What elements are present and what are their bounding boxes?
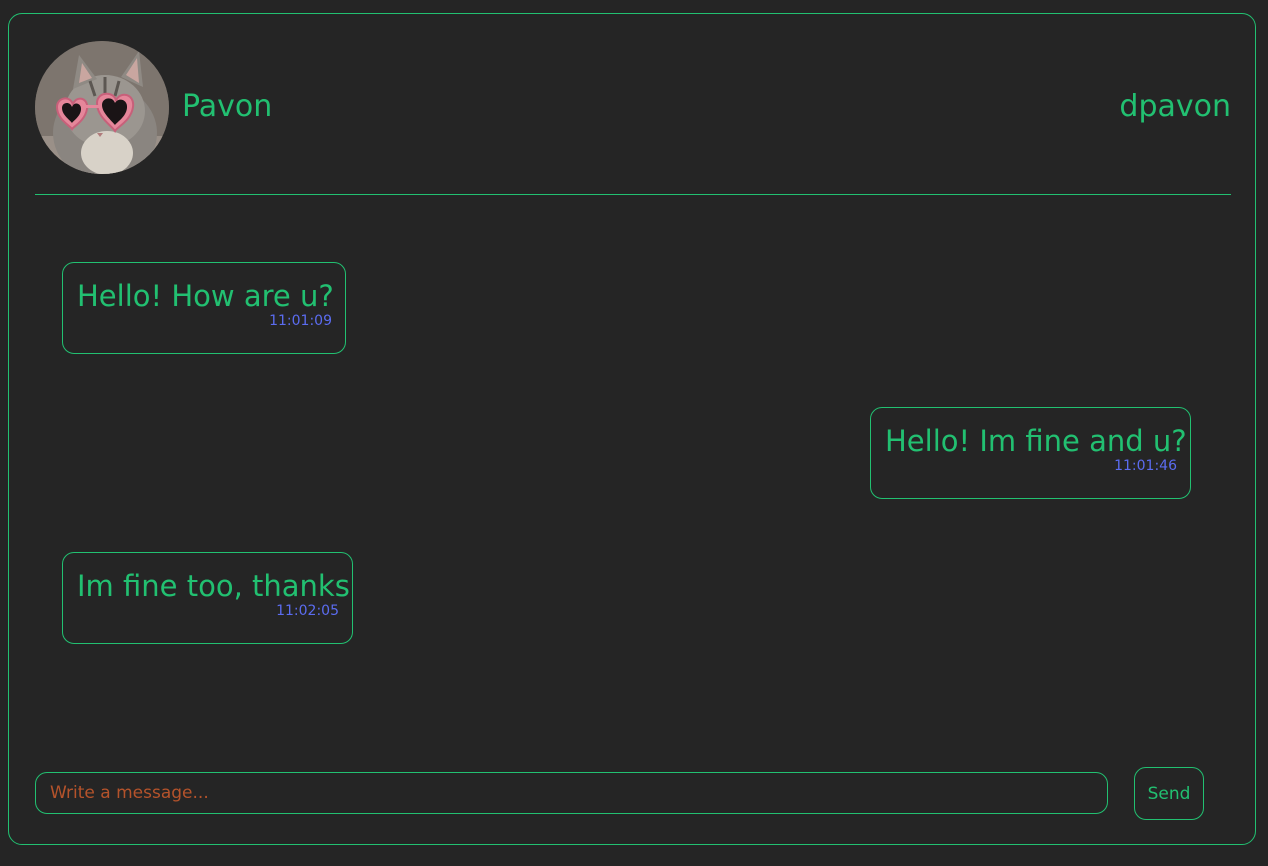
message-bubble-received: Hello! How are u? 11:01:09: [62, 262, 346, 354]
chat-header: Pavon dpavon: [35, 41, 1231, 174]
message-text: Hello! How are u?: [77, 279, 334, 313]
avatar: [35, 41, 169, 174]
username: dpavon: [1119, 89, 1231, 124]
message-text: Hello! Im fine and u?: [885, 424, 1187, 458]
cat-avatar-icon: [35, 41, 169, 174]
message-bubble-sent: Hello! Im fine and u? 11:01:46: [870, 407, 1191, 499]
message-text: Im fine too, thanks: [77, 569, 350, 603]
send-button[interactable]: Send: [1134, 767, 1204, 820]
header-divider: [35, 194, 1231, 195]
contact-name: Pavon: [182, 89, 273, 124]
message-bubble-received: Im fine too, thanks 11:02:05: [62, 552, 353, 644]
message-input[interactable]: [35, 772, 1108, 814]
